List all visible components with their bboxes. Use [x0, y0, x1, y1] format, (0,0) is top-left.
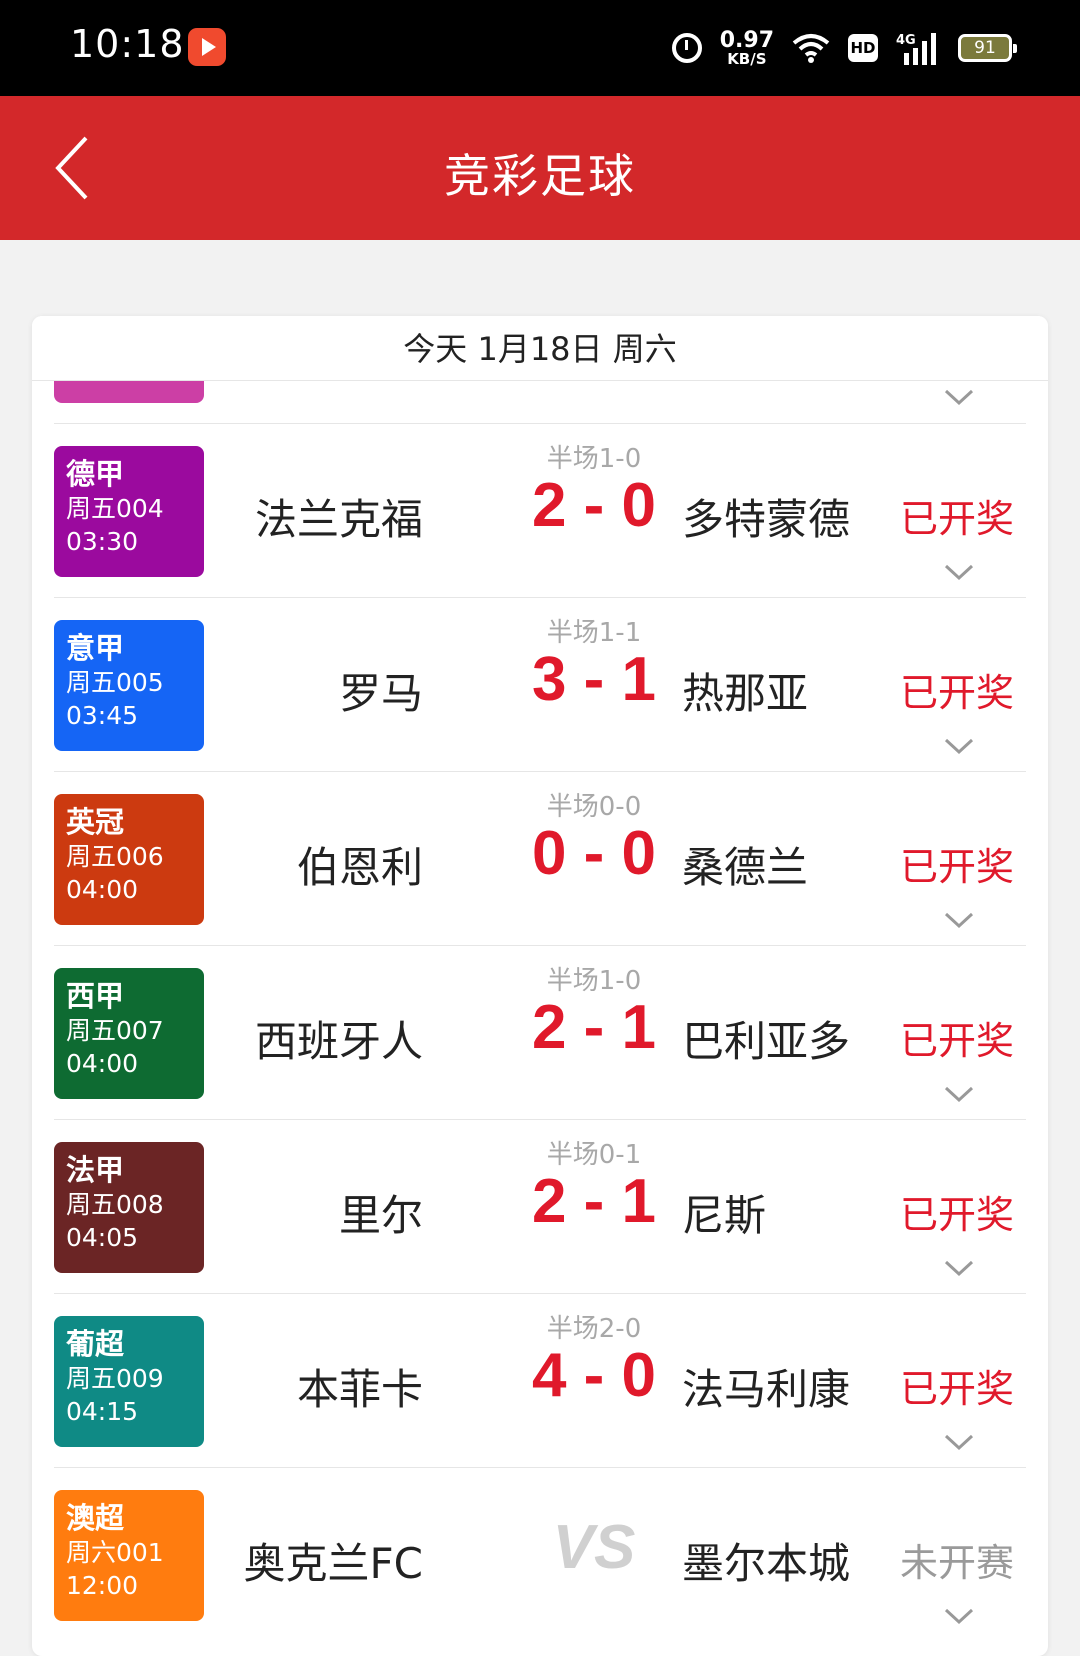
full-score: 2 - 1 — [531, 993, 657, 1062]
chevron-down-icon[interactable] — [944, 736, 974, 756]
match-list-card: 今天 1月18日 周六 德甲 周五004 03:30 法兰克福 半场1-0 2 … — [32, 316, 1048, 1656]
match-row[interactable]: 西甲 周五007 04:00 西班牙人 半场1-0 2 - 1 巴利亚多 已开奖 — [54, 946, 1026, 1120]
full-score: 2 - 0 — [531, 471, 657, 540]
network-speed: 0.97 KB/S — [719, 27, 774, 68]
match-code: 周五009 — [66, 1364, 164, 1393]
chevron-down-icon[interactable] — [944, 1084, 974, 1104]
match-list: 德甲 周五004 03:30 法兰克福 半场1-0 2 - 0 多特蒙德 已开奖… — [32, 424, 1048, 1641]
svg-text:4G: 4G — [896, 33, 916, 48]
match-row[interactable]: 英冠 周五006 04:00 伯恩利 半场0-0 0 - 0 桑德兰 已开奖 — [54, 772, 1026, 946]
match-row[interactable]: 意甲 周五005 03:45 罗马 半场1-1 3 - 1 热那亚 已开奖 — [54, 598, 1026, 772]
video-app-icon — [188, 28, 226, 66]
match-row[interactable]: 澳超 周六001 12:00 奥克兰FC VS 墨尔本城 未开赛 — [54, 1468, 1026, 1641]
signal-icon: 4G — [896, 31, 940, 65]
app-header: 竞彩足球 — [0, 96, 1080, 240]
chevron-down-icon[interactable] — [944, 910, 974, 930]
match-time: 04:00 — [66, 1049, 139, 1078]
status-time: 10:18 — [70, 22, 185, 66]
away-team: 尼斯 — [682, 1191, 767, 1240]
away-team: 巴利亚多 — [682, 1017, 851, 1066]
league-badge: 法甲 周五008 04:05 — [54, 1142, 204, 1273]
league-badge: 西甲 周五007 04:00 — [54, 968, 204, 1099]
full-score: 0 - 0 — [531, 819, 657, 888]
home-team: 本菲卡 — [296, 1365, 423, 1414]
league-name: 法甲 — [66, 1153, 125, 1187]
chevron-down-icon[interactable] — [944, 562, 974, 582]
match-row[interactable]: 德甲 周五004 03:30 法兰克福 半场1-0 2 - 0 多特蒙德 已开奖 — [54, 424, 1026, 598]
chevron-down-icon[interactable] — [944, 1432, 974, 1452]
match-code: 周六001 — [66, 1538, 164, 1567]
date-header: 今天 1月18日 周六 — [32, 316, 1048, 381]
full-score: 4 - 0 — [531, 1341, 657, 1410]
match-code: 周五004 — [66, 494, 164, 523]
away-team: 多特蒙德 — [682, 495, 851, 544]
league-badge: 英冠 周五006 04:00 — [54, 794, 204, 925]
away-team: 热那亚 — [682, 669, 809, 718]
draw-status: 未开赛 — [899, 1541, 1014, 1585]
away-team: 桑德兰 — [682, 843, 809, 892]
draw-status: 已开奖 — [899, 845, 1014, 889]
match-row[interactable]: 法甲 周五008 04:05 里尔 半场0-1 2 - 1 尼斯 已开奖 — [54, 1120, 1026, 1294]
chevron-down-icon[interactable] — [944, 1258, 974, 1278]
draw-status: 已开奖 — [899, 1019, 1014, 1063]
match-row[interactable]: 葡超 周五009 04:15 本菲卡 半场2-0 4 - 0 法马利康 已开奖 — [54, 1294, 1026, 1468]
match-code: 周五008 — [66, 1190, 164, 1219]
alarm-icon — [671, 33, 702, 63]
home-team: 西班牙人 — [254, 1017, 423, 1066]
home-team: 里尔 — [338, 1191, 423, 1240]
league-badge: 葡超 周五009 04:15 — [54, 1316, 204, 1447]
vs-label: VS — [552, 1513, 636, 1582]
match-time: 04:05 — [66, 1223, 139, 1252]
home-team: 奥克兰FC — [243, 1539, 424, 1588]
draw-status: 已开奖 — [899, 1193, 1014, 1237]
home-team: 伯恩利 — [296, 843, 423, 892]
match-time: 04:00 — [66, 875, 139, 904]
match-time: 12:00 — [66, 1571, 139, 1600]
league-badge: 德甲 周五004 03:30 — [54, 446, 204, 577]
league-name: 葡超 — [66, 1327, 125, 1361]
league-name: 西甲 — [66, 979, 125, 1013]
full-score: 3 - 1 — [531, 645, 657, 714]
match-code: 周五005 — [66, 668, 164, 697]
hd-icon: HD — [848, 34, 878, 62]
status-icons: 0.97 KB/S HD 4G 91 — [671, 26, 1017, 70]
league-name: 德甲 — [66, 457, 125, 491]
battery-indicator: 91 — [958, 34, 1017, 62]
status-bar: 10:18 0.97 KB/S HD 4G 91 — [0, 0, 1080, 96]
league-badge: 意甲 周五005 03:45 — [54, 620, 204, 751]
match-row-partial[interactable] — [54, 351, 1026, 424]
league-badge: 澳超 周六001 12:00 — [54, 1490, 204, 1621]
draw-status: 已开奖 — [899, 1367, 1014, 1411]
match-code: 周五006 — [66, 842, 164, 871]
home-team: 法兰克福 — [254, 495, 423, 544]
draw-status: 已开奖 — [899, 671, 1014, 715]
chevron-down-icon[interactable] — [944, 1606, 974, 1626]
match-code: 周五007 — [66, 1016, 164, 1045]
network-speed-value: 0.97 — [719, 27, 774, 53]
league-name: 澳超 — [66, 1501, 125, 1535]
full-score: 2 - 1 — [531, 1167, 657, 1236]
home-team: 罗马 — [338, 669, 423, 718]
league-name: 意甲 — [66, 631, 125, 665]
match-time: 03:45 — [66, 701, 139, 730]
match-time: 03:30 — [66, 527, 139, 556]
network-speed-unit: KB/S — [727, 49, 767, 68]
page-title: 竞彩足球 — [444, 149, 636, 203]
away-team: 墨尔本城 — [682, 1539, 851, 1588]
draw-status: 已开奖 — [899, 497, 1014, 541]
match-time: 04:15 — [66, 1397, 139, 1426]
wifi-icon — [792, 33, 830, 63]
chevron-down-icon[interactable] — [944, 387, 974, 407]
away-team: 法马利康 — [682, 1365, 851, 1414]
league-name: 英冠 — [66, 805, 125, 839]
